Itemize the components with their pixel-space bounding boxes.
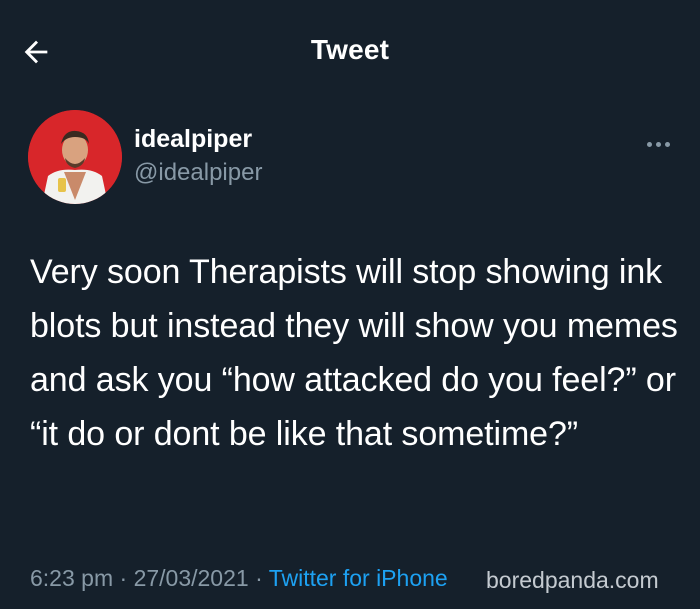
more-horizontal-icon-dot: [655, 141, 661, 147]
tweet-meta: 6:23 pm · 27/03/2021 · Twitter for iPhon…: [30, 560, 448, 596]
meta-separator: ·: [113, 565, 134, 591]
more-horizontal-icon: [646, 141, 652, 147]
meta-separator: ·: [248, 565, 269, 591]
author-handle[interactable]: @idealpiper: [134, 158, 262, 188]
avatar[interactable]: [28, 110, 122, 204]
tweet-date[interactable]: 27/03/2021: [134, 565, 249, 591]
more-horizontal-icon-dot: [664, 141, 670, 147]
page-title: Tweet: [310, 34, 390, 65]
tweet-source-link[interactable]: Twitter for iPhone: [269, 565, 448, 591]
author-display-name[interactable]: idealpiper: [134, 124, 252, 154]
more-options-button[interactable]: [638, 132, 678, 156]
tweet-author: idealpiper @idealpiper: [28, 110, 678, 210]
tweet-time[interactable]: 6:23 pm: [30, 565, 113, 591]
top-bar: Tweet: [0, 0, 700, 100]
profile-photo: [28, 110, 122, 204]
tweet-text: Very soon Therapists will stop showing i…: [30, 253, 678, 453]
watermark: boredpanda.com: [486, 567, 659, 593]
